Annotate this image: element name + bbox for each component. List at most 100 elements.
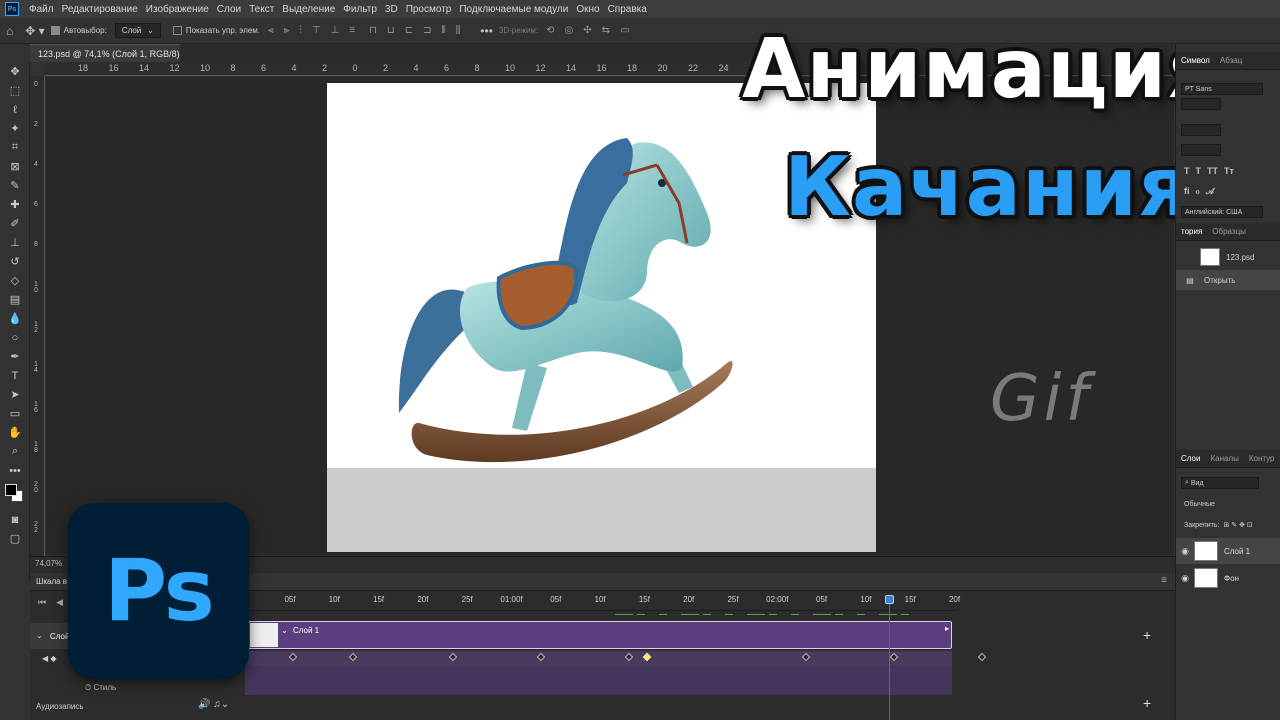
zoom-tool-icon[interactable]: ⌕	[0, 442, 30, 461]
keyframe-track[interactable]	[245, 651, 987, 665]
volume-icon[interactable]: 🔊	[198, 699, 210, 710]
clip-options-icon[interactable]: ▸	[945, 624, 949, 633]
brush-tool-icon[interactable]: ✐	[0, 214, 30, 233]
layer-clip[interactable]: ⌄ Слой 1 ▸	[248, 621, 952, 649]
type-tool-icon[interactable]: T	[0, 366, 30, 385]
menu-select[interactable]: Выделение	[278, 4, 339, 15]
menu-layers[interactable]: Слои	[213, 4, 245, 15]
layer-filter-field[interactable]: ⌕ Вид	[1181, 477, 1259, 489]
autoselect-check-box[interactable]	[50, 26, 60, 35]
ligatures-icon[interactable]: fi	[1184, 186, 1190, 197]
work-area-bar[interactable]	[245, 611, 955, 619]
keyframe[interactable]	[536, 652, 546, 662]
quick-mask-icon[interactable]: ◙	[0, 510, 30, 529]
stamp-tool-icon[interactable]: ⊥	[0, 233, 30, 252]
history-snapshot[interactable]: 123.psd	[1176, 247, 1280, 267]
crop-tool-icon[interactable]: ⌗	[0, 138, 30, 157]
menu-filter[interactable]: Фильтр	[339, 4, 381, 15]
eye-icon[interactable]: ◉	[1176, 546, 1194, 557]
menu-edit[interactable]: Редактирование	[58, 4, 142, 15]
tab-swatches[interactable]: Образцы	[1207, 227, 1251, 236]
tab-character[interactable]: Символ	[1176, 56, 1215, 65]
lock-icons[interactable]: ⊞ ✎ ✥ ⊡	[1223, 521, 1252, 529]
slide-3d-icon[interactable]: ⇆	[602, 25, 610, 36]
show-controls-check-box[interactable]	[172, 26, 182, 35]
scale-3d-icon[interactable]: ▭	[620, 25, 629, 36]
more-options-icon[interactable]: •••	[474, 24, 499, 38]
distribute-bottom-icon[interactable]: ⊏	[405, 25, 413, 36]
align-left-icon[interactable]: ⫷	[268, 25, 274, 36]
menu-help[interactable]: Справка	[604, 4, 651, 15]
swash-icon[interactable]: ℴ	[1196, 186, 1200, 197]
hand-tool-icon[interactable]: ✋	[0, 423, 30, 442]
keyframe[interactable]	[801, 652, 811, 662]
blend-mode-dropdown[interactable]: Обычные	[1181, 498, 1259, 510]
panel-menu-icon[interactable]: ≡	[1161, 575, 1167, 586]
keyframe[interactable]	[288, 652, 298, 662]
distribute-top-icon[interactable]: ⊓	[369, 25, 377, 36]
timeline-ruler[interactable]: 05f 10f 15f 20f 25f 01:00f 05f 10f 15f 20f 25f 02:0…	[245, 593, 960, 611]
align-top-icon[interactable]: ⊤	[312, 25, 321, 36]
stylistic-icon[interactable]: 𝒜	[1206, 186, 1215, 197]
path-selection-tool-icon[interactable]: ➤	[0, 385, 30, 404]
photoshop-app-icon[interactable]: Ps	[5, 2, 19, 16]
lasso-tool-icon[interactable]: ℓ	[0, 100, 30, 119]
menu-window[interactable]: Окно	[572, 4, 603, 15]
menu-image[interactable]: Изображение	[142, 4, 213, 15]
foreground-color-swatch[interactable]	[5, 484, 17, 496]
drag-3d-icon[interactable]: ✣	[583, 25, 591, 36]
all-caps-icon[interactable]: TT	[1207, 166, 1218, 176]
rectangle-tool-icon[interactable]: ▭	[0, 404, 30, 423]
font-size-field[interactable]	[1181, 124, 1221, 136]
keyframe[interactable]	[448, 652, 458, 662]
style-track[interactable]	[245, 665, 952, 695]
chevron-down-icon[interactable]: ⌄	[36, 631, 43, 640]
music-note-icon[interactable]: ♫⌄	[213, 699, 229, 710]
playhead-handle[interactable]	[885, 595, 894, 604]
frame-tool-icon[interactable]: ⊠	[0, 157, 30, 176]
keyframe[interactable]	[624, 652, 634, 662]
move-tool-icon[interactable]: ✥ ▾	[19, 24, 50, 38]
keyframe[interactable]	[889, 652, 899, 662]
gradient-tool-icon[interactable]: ▤	[0, 290, 30, 309]
menu-3d[interactable]: 3D	[381, 4, 402, 15]
tab-layers[interactable]: Слои	[1176, 454, 1205, 463]
chevron-down-icon[interactable]: ⌄	[281, 626, 288, 635]
distribute-left-icon[interactable]: ⊐	[423, 25, 431, 36]
history-brush-tool-icon[interactable]: ↺	[0, 252, 30, 271]
faux-italic-icon[interactable]: T	[1196, 166, 1202, 176]
menu-plugins[interactable]: Подключаемые модули	[455, 4, 572, 15]
keyframe[interactable]	[642, 652, 652, 662]
keyframe[interactable]	[977, 652, 987, 662]
font-style-field[interactable]	[1181, 98, 1221, 110]
layer-row-layer1[interactable]: ◉ Слой 1	[1176, 538, 1280, 564]
add-audio-icon[interactable]: +	[1143, 695, 1151, 711]
show-controls-checkbox[interactable]: Показать упр. элем.	[172, 26, 260, 35]
keyframe-nav-icon[interactable]: ◀ ◆	[42, 654, 57, 663]
add-track-icon[interactable]: +	[1143, 627, 1151, 643]
eraser-tool-icon[interactable]: ◇	[0, 271, 30, 290]
keyframe[interactable]	[348, 652, 358, 662]
tab-history[interactable]: тория	[1176, 227, 1207, 236]
font-family-field[interactable]: PT Sans	[1181, 83, 1263, 95]
tab-paragraph[interactable]: Абзац	[1215, 56, 1247, 65]
move-tool-icon[interactable]: ✥	[0, 62, 30, 81]
more-tools-icon[interactable]: •••	[0, 461, 30, 480]
small-caps-icon[interactable]: Tт	[1224, 166, 1234, 176]
align-middle-icon[interactable]: ⊥	[331, 25, 340, 36]
align-right-icon[interactable]: ⫶	[299, 25, 302, 36]
screen-mode-icon[interactable]: ▢	[0, 529, 30, 548]
layer-row-background[interactable]: ◉ Фон	[1176, 565, 1280, 591]
tracking-field[interactable]	[1181, 144, 1221, 156]
distribute-middle-icon[interactable]: ⊔	[387, 25, 395, 36]
roll-3d-icon[interactable]: ◎	[565, 25, 574, 36]
magic-wand-tool-icon[interactable]: ✦	[0, 119, 30, 138]
tab-channels[interactable]: Каналы	[1205, 454, 1243, 463]
marquee-tool-icon[interactable]: ⬚	[0, 81, 30, 100]
dodge-tool-icon[interactable]: ○	[0, 328, 30, 347]
menu-view[interactable]: Просмотр	[402, 4, 456, 15]
color-swatches[interactable]	[0, 480, 30, 510]
pen-tool-icon[interactable]: ✒	[0, 347, 30, 366]
menu-file[interactable]: Файл	[25, 4, 58, 15]
vertical-ruler[interactable]: 0 2 4 6 8 1 0 1 2 1 4 1 6 1 8 2 0 2 2	[30, 76, 45, 556]
